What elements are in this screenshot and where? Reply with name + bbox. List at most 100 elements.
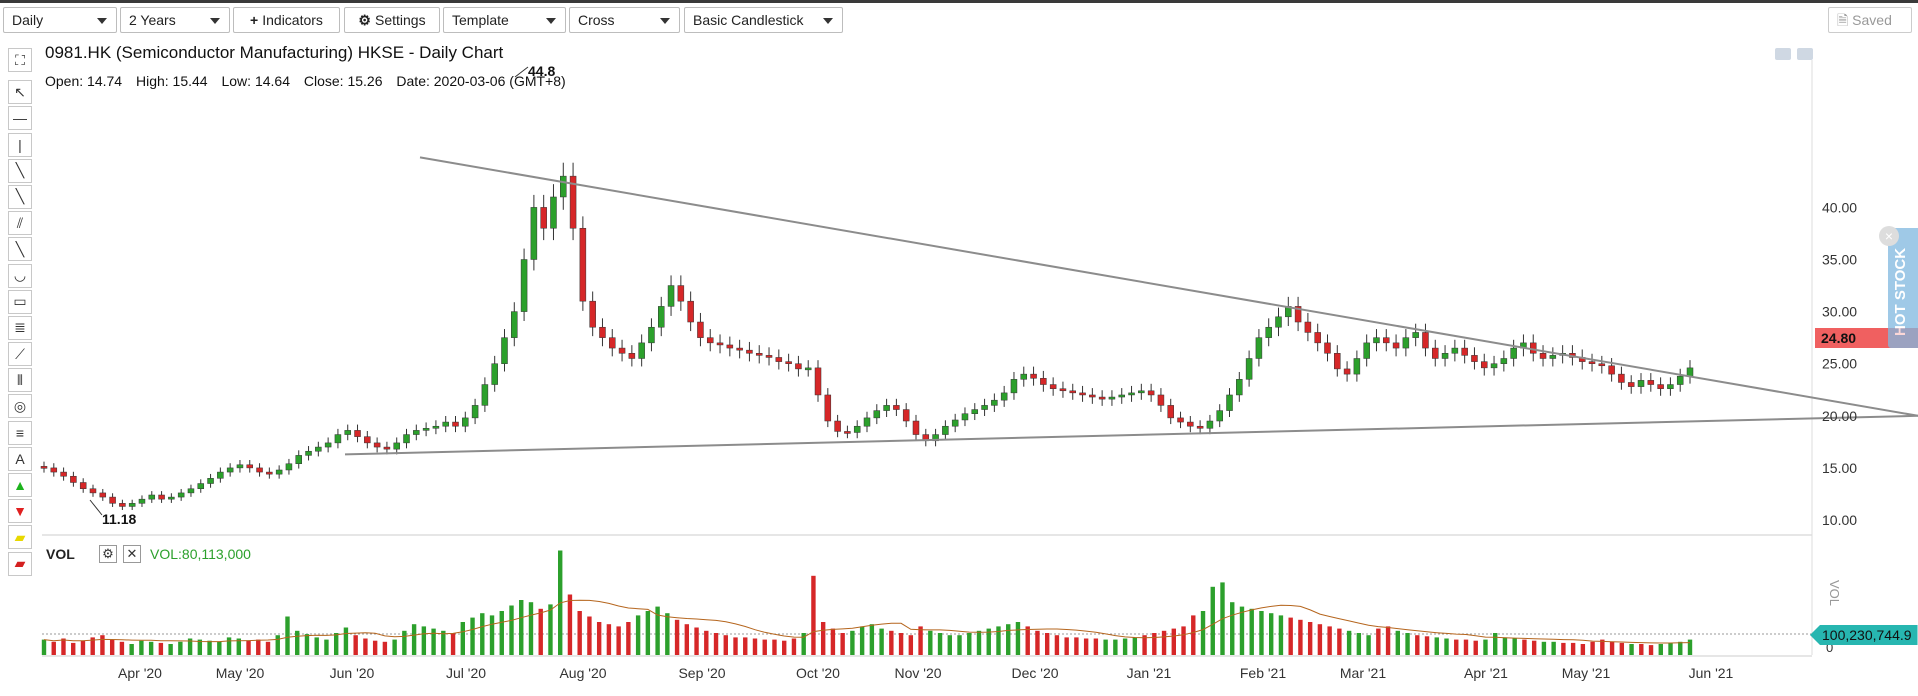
candle-body bbox=[1461, 347, 1468, 356]
price-tick-label: 40.00 bbox=[1822, 199, 1857, 215]
candle-body bbox=[422, 428, 430, 431]
candle-body bbox=[501, 337, 508, 364]
candle-body bbox=[403, 434, 410, 444]
candle-body bbox=[638, 342, 645, 359]
candle-body bbox=[226, 467, 234, 473]
volume-bar bbox=[1434, 637, 1439, 655]
volume-bar bbox=[587, 616, 592, 655]
candle-body bbox=[853, 425, 861, 433]
candle-body bbox=[334, 434, 342, 444]
candle-body bbox=[1236, 379, 1243, 396]
candle-body bbox=[1089, 394, 1096, 398]
volume-bar bbox=[1561, 642, 1566, 655]
candle-body bbox=[256, 467, 263, 473]
candle-body bbox=[1324, 342, 1331, 354]
volume-bar bbox=[1541, 641, 1547, 655]
volume-bar bbox=[509, 605, 514, 655]
candle-body bbox=[1549, 355, 1557, 359]
candle-body bbox=[236, 464, 244, 469]
volume-bar bbox=[762, 639, 767, 655]
candle-body bbox=[902, 409, 910, 422]
volume-bar bbox=[1678, 641, 1683, 655]
volume-bar bbox=[1648, 645, 1654, 655]
candle-body bbox=[1157, 394, 1165, 406]
volume-settings-icon[interactable]: ⚙ bbox=[99, 545, 117, 563]
volume-bar bbox=[791, 638, 797, 655]
candle-body bbox=[1500, 358, 1508, 364]
candle-body bbox=[1265, 326, 1272, 338]
volume-close-icon[interactable]: ✕ bbox=[123, 545, 141, 563]
candle-body bbox=[844, 431, 851, 434]
candle-body bbox=[579, 227, 587, 302]
candle-body bbox=[1637, 380, 1645, 387]
volume-bar bbox=[460, 622, 466, 655]
volume-bar bbox=[1395, 630, 1401, 655]
volume-bar bbox=[1093, 638, 1099, 655]
candle-body bbox=[442, 421, 449, 427]
volume-bar bbox=[1639, 644, 1644, 655]
candle-body bbox=[79, 482, 87, 489]
volume-bar bbox=[421, 626, 427, 655]
candle-body bbox=[716, 342, 724, 346]
volume-bar bbox=[674, 619, 680, 655]
candle-body bbox=[1206, 420, 1214, 429]
candle-body bbox=[511, 311, 518, 338]
volume-bar bbox=[178, 641, 183, 655]
volume-bar bbox=[1054, 635, 1060, 655]
time-tick-label: Aug '20 bbox=[559, 665, 606, 681]
volume-bar bbox=[431, 628, 436, 655]
time-tick-label: Jun '20 bbox=[330, 665, 375, 681]
volume-bar bbox=[1658, 644, 1663, 655]
volume-bar bbox=[1463, 639, 1469, 655]
candle-body bbox=[1098, 396, 1106, 400]
volume-bar bbox=[1483, 639, 1488, 655]
candle-body bbox=[452, 421, 459, 427]
candle-body bbox=[89, 488, 97, 494]
volume-bar bbox=[1619, 642, 1625, 655]
candle-body bbox=[491, 363, 498, 385]
candle-body bbox=[804, 367, 812, 371]
volume-bar bbox=[1317, 624, 1323, 655]
volume-bar bbox=[850, 630, 855, 655]
chart-canvas[interactable]: 40.00 35.00 30.00 25.00 20.00 15.00 10.00 Apr … bbox=[0, 0, 1918, 696]
volume-bar bbox=[1268, 613, 1274, 655]
volume-bar bbox=[1502, 637, 1508, 655]
hot-stock-tab[interactable]: HOT STOCK bbox=[1888, 228, 1918, 348]
time-tick-label: Dec '20 bbox=[1011, 665, 1058, 681]
candle-body bbox=[383, 446, 391, 450]
volume-bar bbox=[859, 626, 865, 655]
volume-bar bbox=[869, 624, 875, 655]
volume-bar bbox=[333, 633, 339, 655]
volume-bar bbox=[1668, 642, 1673, 655]
volume-bar bbox=[265, 641, 271, 655]
candle-body bbox=[1471, 355, 1478, 362]
candle-body bbox=[1069, 390, 1076, 394]
time-tick-label: Mar '21 bbox=[1340, 665, 1386, 681]
hot-stock-close-icon[interactable]: × bbox=[1879, 226, 1899, 246]
volume-bar bbox=[976, 630, 982, 655]
candle-body bbox=[109, 496, 116, 504]
volume-bar bbox=[1103, 639, 1108, 655]
volume-bar bbox=[285, 616, 290, 655]
candle-body bbox=[618, 347, 626, 354]
candle-body bbox=[775, 357, 783, 362]
candle-body bbox=[413, 430, 420, 435]
volume-bar bbox=[820, 622, 826, 655]
volume-bar bbox=[1454, 639, 1459, 655]
volume-bar bbox=[246, 640, 251, 655]
candle-body bbox=[1608, 365, 1615, 375]
volume-bar bbox=[139, 640, 144, 655]
candle-body bbox=[158, 494, 165, 500]
candle-body bbox=[1451, 347, 1459, 354]
candle-body bbox=[148, 494, 156, 500]
time-tick-label: Jul '20 bbox=[446, 665, 486, 681]
volume-bar bbox=[363, 638, 368, 655]
volume-bar bbox=[694, 627, 699, 655]
candle-body bbox=[1245, 358, 1253, 380]
candle-body bbox=[324, 442, 332, 448]
volume-bar bbox=[207, 640, 212, 655]
candle-body bbox=[589, 300, 596, 328]
low-annotation-leader bbox=[89, 499, 103, 516]
volume-bar bbox=[71, 642, 76, 655]
candle-body bbox=[550, 196, 557, 229]
